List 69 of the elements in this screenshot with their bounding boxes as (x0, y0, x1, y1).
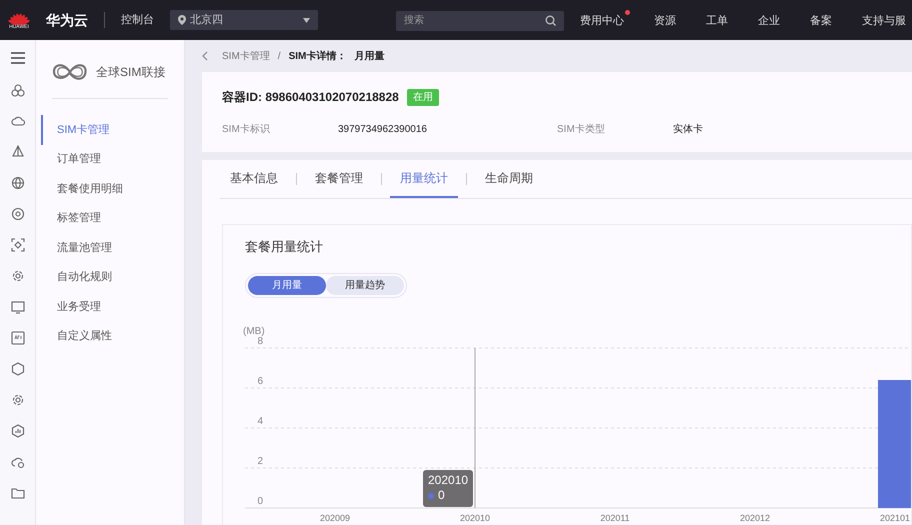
region-select[interactable]: 北京四 (170, 10, 318, 30)
container-id: 容器ID: 89860403102070218828 (222, 89, 399, 106)
circle-icon[interactable] (10, 206, 24, 220)
breadcrumb-current: 月用量 (354, 50, 384, 64)
gear-icon[interactable] (10, 392, 24, 406)
brand-name: 华为云 (46, 10, 88, 30)
field-value: 3979734962390016 (338, 123, 427, 137)
folder-icon[interactable] (10, 486, 24, 500)
sidebar-item[interactable]: 自动化规则 (41, 262, 184, 292)
field-value: 实体卡 (673, 122, 703, 137)
tick-label: 202011 (600, 512, 630, 522)
product-title: 全球SIM联接 (96, 64, 166, 81)
frame-diamond-icon[interactable] (10, 238, 24, 252)
tab[interactable]: 生命周期 (475, 160, 543, 198)
chart-title: 套餐用量统计 (245, 238, 324, 256)
tab[interactable]: 用量统计 (390, 160, 458, 198)
sidebar-item[interactable]: 订单管理 (41, 144, 184, 174)
nav-link[interactable]: 费用中心 (580, 10, 630, 30)
tick-label: 6 (257, 376, 263, 386)
infinity-logo-icon (52, 62, 88, 82)
tick-label: 2 (257, 456, 263, 466)
logo-icon (8, 10, 30, 24)
pyramid-icon[interactable] (10, 144, 24, 158)
chart-hexagon-icon[interactable] (10, 424, 24, 438)
region-name: 北京四 (190, 12, 224, 28)
nav-link[interactable]: 备案 (810, 10, 838, 30)
sidebar-item[interactable]: 业务受理 (41, 292, 184, 322)
nav-link[interactable]: 企业 (758, 10, 786, 30)
cloud-cluster-icon[interactable] (10, 82, 24, 96)
breadcrumb-separator: / (278, 50, 281, 64)
field-label: SIM卡标识 (222, 122, 271, 137)
axis-title: (MB) (243, 326, 265, 336)
tick-label: 202101 (880, 512, 910, 522)
tab[interactable]: 套餐管理 (305, 160, 373, 198)
tooltip-title: 202010 (428, 472, 468, 488)
nav-link[interactable]: 资源 (654, 10, 682, 30)
field-label: SIM卡类型 (557, 122, 606, 137)
sidebar-item[interactable]: 套餐使用明细 (41, 174, 184, 204)
globe-icon[interactable] (10, 176, 24, 190)
monitor-icon[interactable] (10, 300, 24, 314)
breadcrumb-link[interactable]: SIM卡管理 (222, 48, 270, 64)
tick-label: 202009 (320, 512, 350, 522)
tick-label: 4 (257, 416, 263, 426)
tick-label: 8 (257, 336, 263, 346)
sidebar-item[interactable]: 自定义属性 (41, 322, 184, 351)
sidebar-item[interactable]: 标签管理 (41, 204, 184, 233)
location-icon (178, 15, 186, 25)
status-badge: 在用 (406, 88, 439, 106)
back-icon[interactable] (202, 51, 208, 61)
nav-link[interactable]: 工单 (706, 10, 734, 30)
api-icon[interactable] (10, 330, 24, 344)
search-icon (545, 15, 556, 26)
gear-icon[interactable] (10, 268, 24, 282)
toggle-option[interactable]: 用量趋势 (326, 276, 404, 294)
sidebar-item[interactable]: SIM卡管理 (41, 115, 184, 144)
tick-label: 202012 (740, 512, 770, 522)
tick-label: 202010 (460, 512, 490, 522)
tab[interactable]: 基本信息 (220, 160, 288, 198)
breadcrumb-current: SIM卡详情： (288, 49, 346, 64)
caret-icon (303, 18, 310, 22)
toggle-option[interactable]: 月用量 (248, 276, 326, 294)
console-link[interactable]: 控制台 (121, 12, 154, 28)
menu-icon[interactable] (10, 52, 24, 64)
tooltip-value: 0 (438, 488, 445, 504)
sidebar-item[interactable]: 流量池管理 (41, 233, 184, 262)
tick-label: 0 (257, 496, 263, 506)
nav-link[interactable]: 支持与服 (862, 10, 912, 30)
hexagon-icon[interactable] (10, 362, 24, 376)
search-field[interactable]: 搜索 (396, 10, 564, 30)
